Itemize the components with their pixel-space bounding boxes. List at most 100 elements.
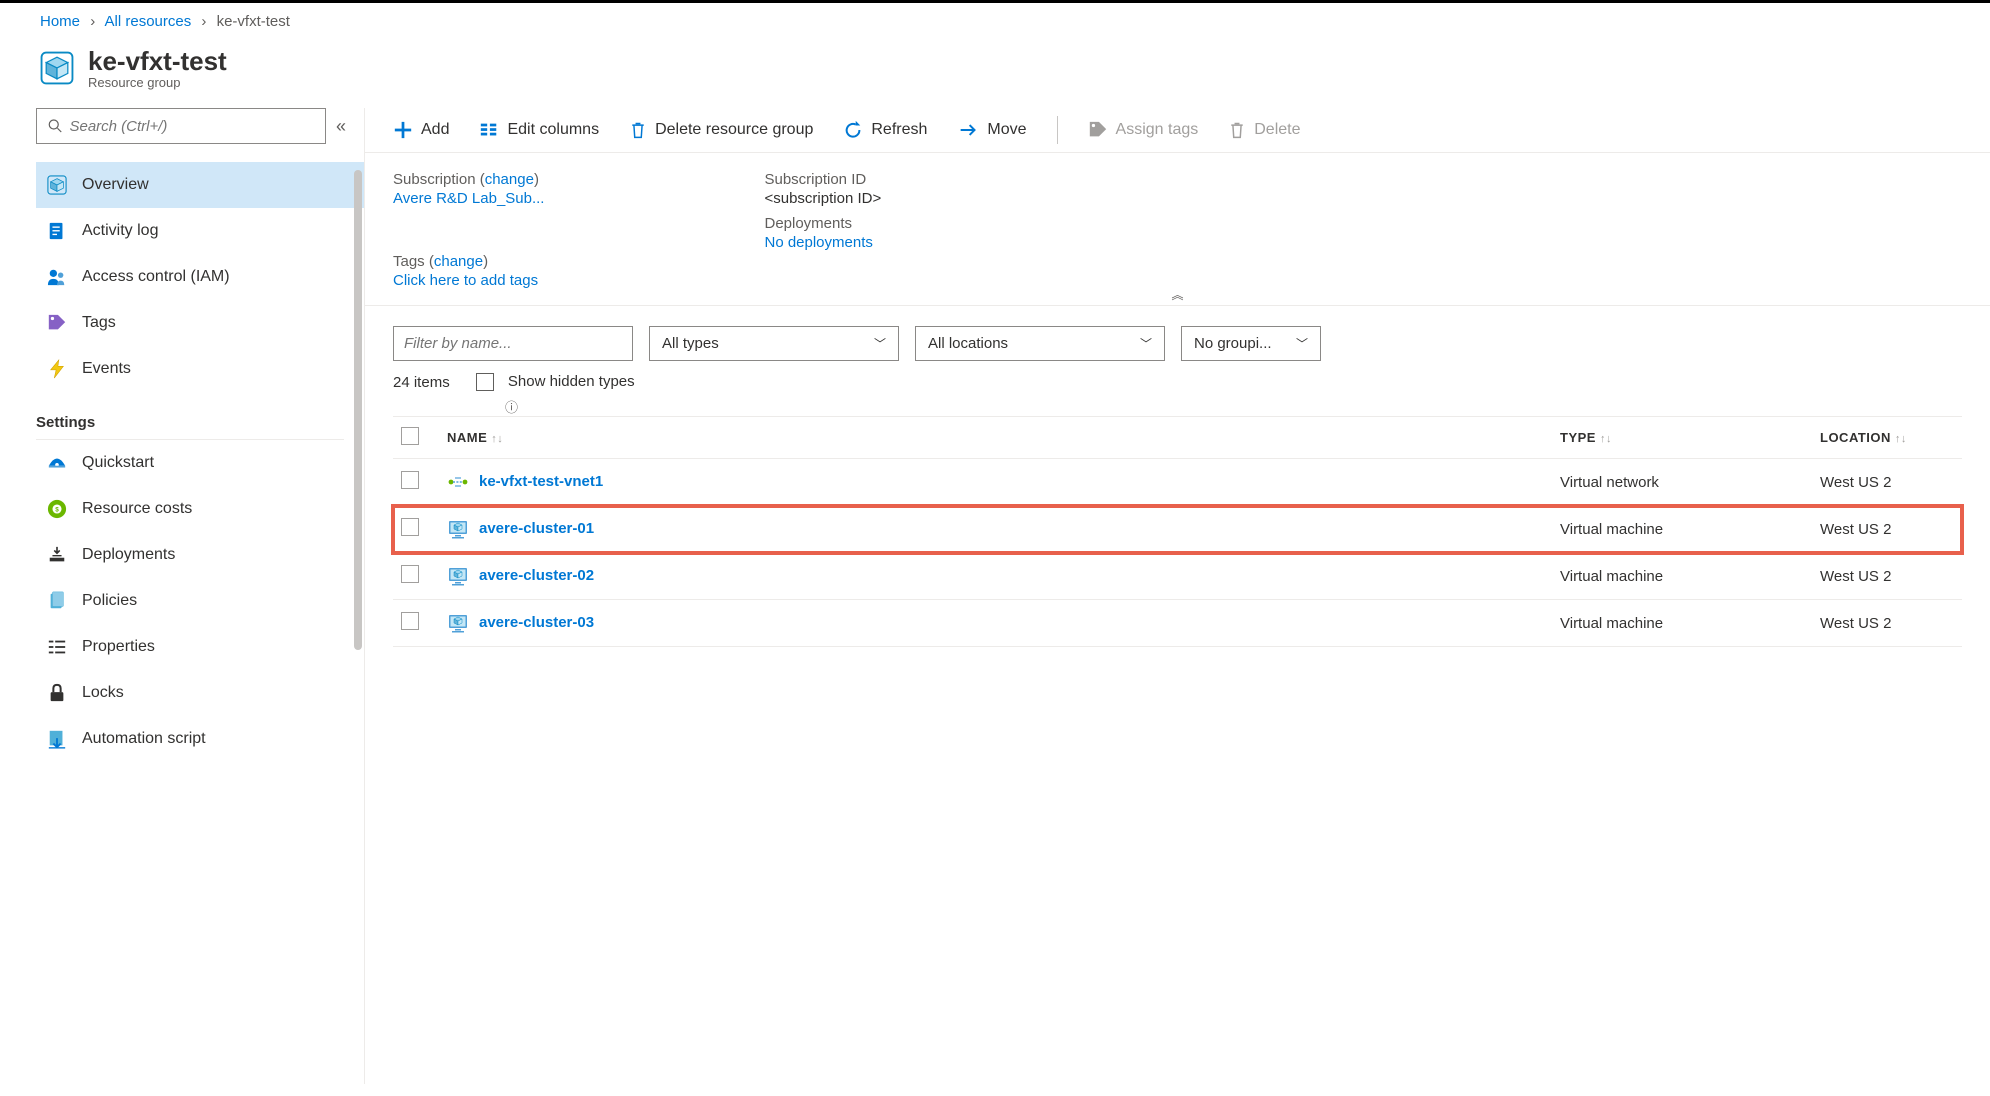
sidebar-item-resource-costs[interactable]: Resource costs: [36, 486, 364, 532]
sidebar-item-label: Overview: [82, 176, 149, 194]
trash-icon: [1228, 120, 1246, 140]
sidebar-item-events[interactable]: Events: [36, 346, 364, 392]
show-hidden-checkbox[interactable]: [476, 373, 494, 391]
log-icon: [46, 220, 68, 242]
resource-location: West US 2: [1812, 553, 1962, 600]
sidebar-item-activity-log[interactable]: Activity log: [36, 208, 364, 254]
row-checkbox[interactable]: [401, 565, 419, 583]
sidebar-item-label: Activity log: [82, 222, 158, 240]
resource-name-link[interactable]: avere-cluster-03: [479, 614, 594, 631]
policy-icon: [46, 590, 68, 612]
tags-change-link[interactable]: change: [434, 253, 483, 270]
sidebar-item-locks[interactable]: Locks: [36, 670, 364, 716]
subscription-label: Subscription: [393, 171, 476, 188]
essentials-collapse-button[interactable]: ︽: [1171, 286, 1183, 303]
locations-dropdown[interactable]: All locations ﹀: [915, 326, 1165, 361]
delete-button[interactable]: Delete: [1228, 120, 1300, 140]
resource-location: West US 2: [1812, 600, 1962, 647]
breadcrumb: Home › All resources › ke-vfxt-test: [0, 5, 1990, 38]
tags-value-link[interactable]: Click here to add tags: [393, 272, 538, 289]
deploy-icon: [46, 544, 68, 566]
sidebar-collapse-button[interactable]: «: [336, 116, 346, 137]
resource-name-link[interactable]: ke-vfxt-test-vnet1: [479, 473, 603, 490]
essentials-panel: Subscription (change) Avere R&D Lab_Sub.…: [365, 153, 1990, 306]
subscription-id-label: Subscription ID: [764, 171, 866, 188]
sidebar-item-tags[interactable]: Tags: [36, 300, 364, 346]
sidebar-search[interactable]: [36, 108, 326, 144]
sidebar-item-overview[interactable]: Overview: [36, 162, 364, 208]
sidebar-item-quickstart[interactable]: Quickstart: [36, 440, 364, 486]
grouping-dropdown[interactable]: No groupi... ﹀: [1181, 326, 1321, 361]
resources-table: NAME↑↓ TYPE↑↓ LOCATION↑↓ ke-vfxt-test-vn…: [393, 416, 1962, 647]
breadcrumb-home[interactable]: Home: [40, 13, 80, 30]
resource-name-link[interactable]: avere-cluster-01: [479, 520, 594, 537]
cube-icon: [46, 174, 68, 196]
assign-tags-button[interactable]: Assign tags: [1088, 120, 1199, 140]
table-row[interactable]: avere-cluster-02 Virtual machineWest US 2: [393, 553, 1962, 600]
vm-icon: [447, 612, 469, 634]
column-type[interactable]: TYPE↑↓: [1552, 417, 1812, 459]
column-name[interactable]: NAME↑↓: [439, 417, 1552, 459]
sidebar-item-label: Access control (IAM): [82, 268, 230, 286]
sidebar-search-input[interactable]: [69, 118, 315, 135]
add-button[interactable]: Add: [393, 120, 449, 140]
item-count: 24 items: [393, 374, 450, 391]
table-row[interactable]: ke-vfxt-test-vnet1Virtual networkWest US…: [393, 459, 1962, 506]
column-location[interactable]: LOCATION↑↓: [1812, 417, 1962, 459]
delete-resource-group-button[interactable]: Delete resource group: [629, 120, 813, 140]
chevron-down-icon: ﹀: [1140, 335, 1152, 352]
sidebar-settings-label: Settings: [36, 392, 344, 440]
lock-icon: [46, 682, 68, 704]
filters-row: All types ﹀ All locations ﹀ No groupi...…: [365, 306, 1990, 373]
sidebar-item-automation-script[interactable]: Automation script: [36, 716, 364, 762]
breadcrumb-all-resources[interactable]: All resources: [105, 13, 192, 30]
page-subtitle: Resource group: [88, 75, 227, 90]
filter-by-name[interactable]: [393, 326, 633, 361]
row-checkbox[interactable]: [401, 612, 419, 630]
resource-name-link[interactable]: avere-cluster-02: [479, 567, 594, 584]
resource-location: West US 2: [1812, 506, 1962, 553]
deployments-value-link[interactable]: No deployments: [764, 234, 872, 251]
resource-type: Virtual machine: [1552, 553, 1812, 600]
move-button[interactable]: Move: [957, 121, 1026, 139]
sidebar-item-label: Properties: [82, 638, 155, 656]
sidebar-item-label: Tags: [82, 314, 116, 332]
resource-type: Virtual machine: [1552, 506, 1812, 553]
deployments-label: Deployments: [764, 215, 852, 232]
refresh-icon: [843, 120, 863, 140]
table-row[interactable]: avere-cluster-03 Virtual machineWest US 2: [393, 600, 1962, 647]
types-dropdown[interactable]: All types ﹀: [649, 326, 899, 361]
edit-columns-button[interactable]: Edit columns: [479, 120, 599, 140]
page-header: ke-vfxt-test Resource group: [0, 38, 1990, 108]
sort-icon: ↑↓: [1600, 433, 1612, 445]
sidebar-item-label: Deployments: [82, 546, 175, 564]
resource-type: Virtual machine: [1552, 600, 1812, 647]
sidebar-item-label: Locks: [82, 684, 124, 702]
arrow-right-icon: [957, 121, 979, 139]
subscription-change-link[interactable]: change: [485, 171, 534, 188]
resource-location: West US 2: [1812, 459, 1962, 506]
vm-icon: [447, 565, 469, 587]
cost-icon: [46, 498, 68, 520]
sidebar-item-label: Events: [82, 360, 131, 378]
row-checkbox[interactable]: [401, 518, 419, 536]
sidebar-scrollbar[interactable]: [354, 170, 362, 650]
sort-icon: ↑↓: [1895, 433, 1907, 445]
columns-icon: [479, 120, 499, 140]
sidebar-item-properties[interactable]: Properties: [36, 624, 364, 670]
vnet-icon: [447, 471, 469, 493]
iam-icon: [46, 266, 68, 288]
sort-icon: ↑↓: [491, 433, 503, 445]
sidebar-item-deployments[interactable]: Deployments: [36, 532, 364, 578]
sidebar-item-label: Automation script: [82, 730, 206, 748]
subscription-value-link[interactable]: Avere R&D Lab_Sub...: [393, 190, 544, 207]
row-checkbox[interactable]: [401, 471, 419, 489]
sidebar-item-policies[interactable]: Policies: [36, 578, 364, 624]
table-row[interactable]: avere-cluster-01 Virtual machineWest US 2: [393, 506, 1962, 553]
refresh-button[interactable]: Refresh: [843, 120, 927, 140]
info-icon[interactable]: ⓘ: [505, 397, 1990, 416]
select-all-checkbox[interactable]: [401, 427, 419, 445]
sidebar-item-access-control[interactable]: Access control (IAM): [36, 254, 364, 300]
filter-by-name-input[interactable]: [404, 335, 622, 352]
chevron-down-icon: ﹀: [874, 335, 886, 352]
